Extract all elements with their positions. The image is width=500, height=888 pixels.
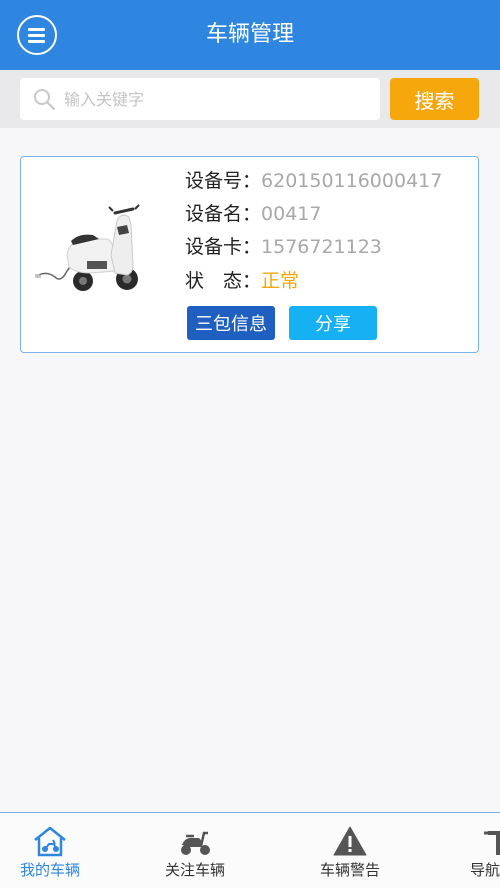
share-button[interactable]: 分享 bbox=[289, 306, 377, 340]
device-number-label: 设备号： bbox=[185, 170, 262, 192]
search-button[interactable]: 搜索 bbox=[390, 78, 479, 120]
tab-navigation-label: 导航 bbox=[470, 861, 500, 879]
tab-navigation[interactable]: 导航 bbox=[470, 813, 500, 888]
scooter-image bbox=[35, 204, 140, 291]
tab-vehicle-alerts-label: 车辆警告 bbox=[320, 861, 381, 879]
navigation-icon bbox=[484, 831, 500, 855]
page-title: 车辆管理 bbox=[205, 22, 294, 47]
warranty-info-button[interactable]: 三包信息 bbox=[187, 306, 275, 340]
device-card-row: 设备卡：1576721123 bbox=[185, 232, 382, 262]
bottom-tab-bar: 我的车辆 关注车辆 车辆警告 导航 bbox=[0, 812, 500, 888]
device-card-value: 1576721123 bbox=[261, 236, 382, 258]
status-value: 正常 bbox=[261, 270, 300, 292]
warning-icon bbox=[333, 826, 367, 856]
device-name-value: 00417 bbox=[261, 203, 322, 225]
status-label: 状 态： bbox=[185, 270, 262, 292]
search-bar: 搜索 bbox=[0, 70, 500, 128]
tab-vehicle-alerts[interactable]: 车辆警告 bbox=[300, 813, 400, 888]
search-icon bbox=[34, 89, 56, 111]
device-card-label: 设备卡： bbox=[185, 236, 262, 258]
device-number-value: 620150116000417 bbox=[261, 170, 443, 192]
tab-followed-vehicles-label: 关注车辆 bbox=[165, 861, 226, 879]
home-scooter-icon bbox=[34, 826, 66, 857]
device-name-row: 设备名：00417 bbox=[185, 199, 321, 229]
app-header: 车辆管理 bbox=[0, 0, 500, 70]
vehicle-card[interactable]: 设备号：620150116000417 设备名：00417 设备卡：157672… bbox=[20, 156, 479, 353]
search-input[interactable] bbox=[64, 78, 364, 120]
tab-followed-vehicles[interactable]: 关注车辆 bbox=[145, 813, 245, 888]
tab-my-vehicles-label: 我的车辆 bbox=[20, 861, 81, 879]
search-box[interactable] bbox=[20, 78, 380, 120]
status-row: 状 态：正常 bbox=[185, 266, 299, 296]
device-name-label: 设备名： bbox=[185, 203, 262, 225]
tab-my-vehicles[interactable]: 我的车辆 bbox=[0, 813, 100, 888]
scooter-icon bbox=[181, 831, 210, 855]
device-number-row: 设备号：620150116000417 bbox=[185, 166, 442, 196]
